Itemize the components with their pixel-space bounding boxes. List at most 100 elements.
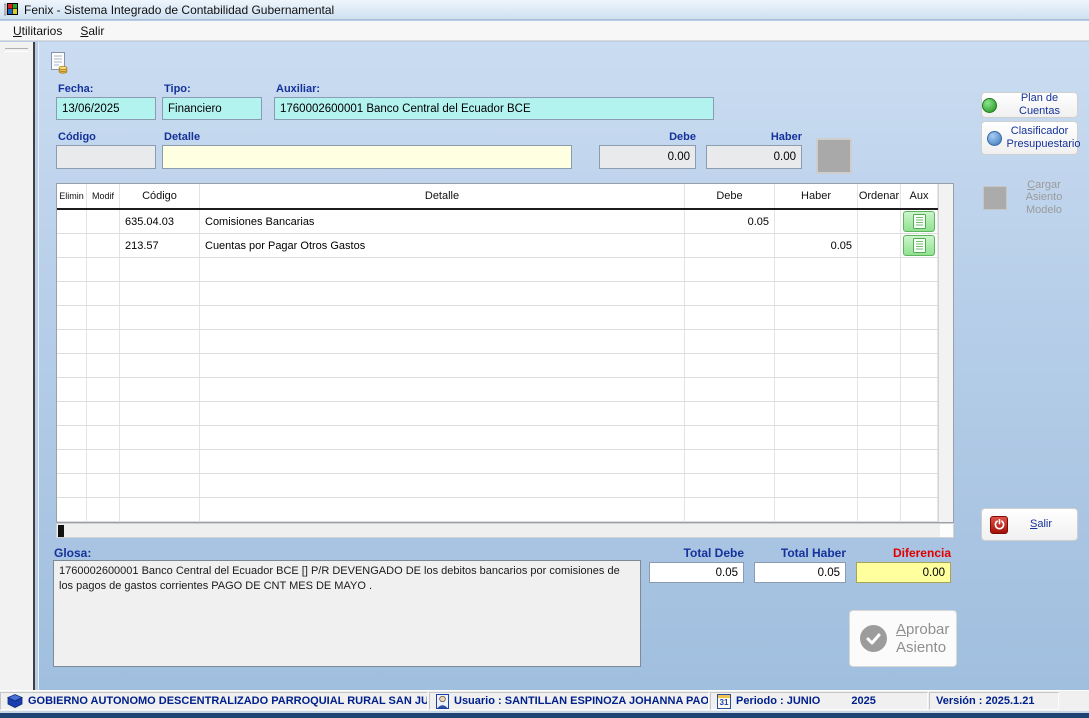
- cell-ordenar: [858, 234, 901, 257]
- statusbar-version: Versión : 2025.1.21: [929, 692, 1059, 710]
- menu-utilitarios[interactable]: Utilitarios: [4, 22, 71, 40]
- table-row: [57, 330, 938, 354]
- work-area: Fecha: 13/06/2025 Tipo: Financiero Auxil…: [0, 42, 1089, 690]
- clasificador-presupuestario-button[interactable]: Clasificador Presupuestario: [981, 121, 1078, 155]
- cell-ordenar: [858, 282, 901, 305]
- journal-lines-table: EliminModifCódigoDetalleDebeHaberOrdenar…: [56, 183, 954, 523]
- cell-detalle: [200, 354, 685, 377]
- haber-entry-field[interactable]: 0.00: [706, 145, 802, 169]
- tipo-field[interactable]: Financiero: [162, 97, 262, 120]
- debe-entry-label: Debe: [599, 131, 696, 143]
- collapsed-side-dock[interactable]: [0, 42, 35, 690]
- cell-aux: [901, 474, 938, 497]
- cell-ordenar: [858, 450, 901, 473]
- table-row[interactable]: 635.04.03Comisiones Bancarias0.05: [57, 210, 938, 234]
- fecha-field[interactable]: 13/06/2025: [56, 97, 156, 120]
- table-row: [57, 306, 938, 330]
- cell-ordenar: [858, 210, 901, 233]
- haber-entry-label: Haber: [706, 131, 802, 143]
- total-debe-field: 0.05: [649, 562, 744, 583]
- title-bar: Fenix - Sistema Integrado de Contabilida…: [0, 0, 1089, 20]
- column-header-modif[interactable]: Modif: [87, 184, 120, 208]
- plan-de-cuentas-button[interactable]: Plan de Cuentas: [981, 92, 1078, 118]
- scrollbar-corner: [940, 524, 953, 537]
- cell-detalle: [200, 282, 685, 305]
- journal-document-icon[interactable]: [49, 51, 70, 79]
- cell-debe: [685, 450, 775, 473]
- diferencia-field: 0.00: [856, 562, 951, 583]
- table-row: [57, 258, 938, 282]
- dock-grip-handle[interactable]: [5, 48, 28, 52]
- cell-codigo: 213.57: [120, 234, 200, 257]
- cell-elimin: [57, 210, 87, 233]
- cell-ordenar: [858, 306, 901, 329]
- cell-detalle: [200, 330, 685, 353]
- cell-detalle: Cuentas por Pagar Otros Gastos: [200, 234, 685, 257]
- aux-detail-button[interactable]: [903, 235, 935, 256]
- cell-codigo: [120, 282, 200, 305]
- salir-button[interactable]: Salir: [981, 508, 1078, 541]
- cell-elimin: [57, 402, 87, 425]
- cell-ordenar: [858, 258, 901, 281]
- table-row[interactable]: 213.57Cuentas por Pagar Otros Gastos0.05: [57, 234, 938, 258]
- cell-ordenar: [858, 498, 901, 521]
- hscroll-thumb[interactable]: [58, 525, 64, 537]
- column-header-detalle[interactable]: Detalle: [200, 184, 685, 208]
- column-header-elimin[interactable]: Elimin: [57, 184, 87, 208]
- blue-sphere-icon: [987, 131, 1002, 146]
- cell-aux: [901, 210, 938, 233]
- total-debe-label: Total Debe: [649, 546, 744, 560]
- cell-detalle: [200, 426, 685, 449]
- auxiliar-field[interactable]: 1760002600001 Banco Central del Ecuador …: [274, 97, 714, 120]
- cell-elimin: [57, 474, 87, 497]
- cell-aux: [901, 258, 938, 281]
- detalle-entry-label: Detalle: [164, 131, 200, 143]
- cell-codigo: [120, 330, 200, 353]
- table-row: [57, 450, 938, 474]
- column-header-debe[interactable]: Debe: [685, 184, 775, 208]
- cell-ordenar: [858, 426, 901, 449]
- clasificador-label: Clasificador Presupuestario: [1007, 125, 1073, 150]
- cell-aux: [901, 498, 938, 521]
- menu-salir[interactable]: Salir: [71, 22, 113, 40]
- cell-ordenar: [858, 330, 901, 353]
- cell-codigo: [120, 426, 200, 449]
- cell-debe: [685, 282, 775, 305]
- column-header-haber[interactable]: Haber: [775, 184, 858, 208]
- cell-debe: [685, 258, 775, 281]
- entity-name: GOBIERNO AUTONOMO DESCENTRALIZADO PARROQ…: [28, 695, 428, 707]
- glosa-textarea[interactable]: 1760002600001 Banco Central del Ecuador …: [53, 560, 641, 667]
- windows-logo-icon: [4, 3, 19, 16]
- cell-modif: [87, 474, 120, 497]
- aux-detail-button[interactable]: [903, 211, 935, 232]
- green-sphere-icon: [982, 98, 997, 113]
- cell-elimin: [57, 258, 87, 281]
- detalle-entry-field[interactable]: [162, 145, 572, 169]
- cell-detalle: [200, 258, 685, 281]
- add-line-button[interactable]: [816, 138, 852, 174]
- table-horizontal-scrollbar[interactable]: [56, 523, 954, 538]
- cargar-asiento-modelo-button[interactable]: Cargar Asiento Modelo: [981, 181, 1078, 214]
- journal-entry-panel: Fecha: 13/06/2025 Tipo: Financiero Auxil…: [38, 42, 1089, 690]
- cell-detalle: [200, 498, 685, 521]
- glosa-label: Glosa:: [54, 546, 91, 560]
- debe-entry-field[interactable]: 0.00: [599, 145, 696, 169]
- codigo-entry-field[interactable]: [56, 145, 156, 169]
- cell-elimin: [57, 330, 87, 353]
- cell-debe: [685, 306, 775, 329]
- table-vertical-scrollbar[interactable]: [938, 184, 953, 522]
- power-icon: [990, 516, 1008, 534]
- column-header-codigo[interactable]: Código: [120, 184, 200, 208]
- cell-debe: [685, 426, 775, 449]
- cell-elimin: [57, 498, 87, 521]
- column-header-aux[interactable]: Aux: [901, 184, 938, 208]
- aprobar-asiento-button[interactable]: Aprobar Asiento: [849, 610, 957, 667]
- cell-modif: [87, 306, 120, 329]
- fecha-label: Fecha:: [58, 83, 93, 95]
- diferencia-label: Diferencia: [856, 546, 951, 560]
- cell-haber: [775, 258, 858, 281]
- cell-haber: [775, 306, 858, 329]
- column-header-ordenar[interactable]: Ordenar: [858, 184, 901, 208]
- cell-elimin: [57, 282, 87, 305]
- cell-haber: [775, 210, 858, 233]
